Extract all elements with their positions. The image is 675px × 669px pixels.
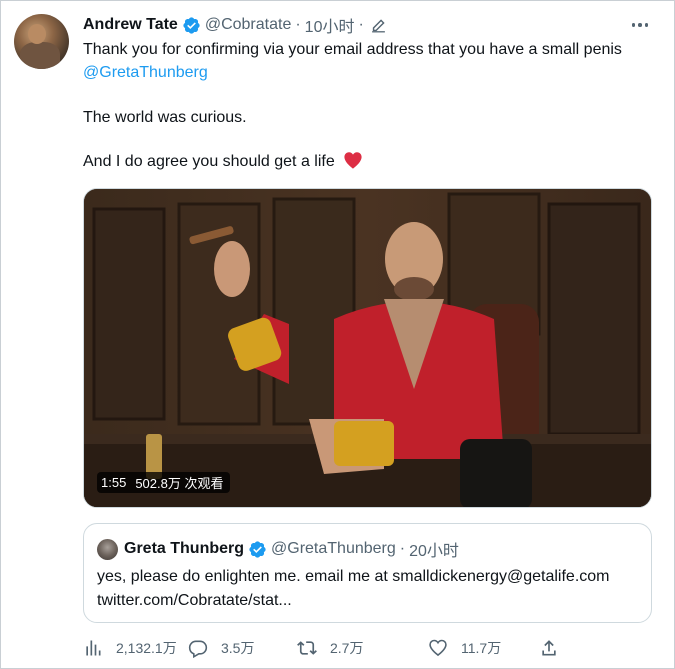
edited-pencil-icon[interactable] <box>370 17 387 34</box>
tweet-time[interactable]: 10小时 <box>305 13 355 37</box>
share-upload-icon <box>542 640 556 656</box>
mention-link[interactable]: @GretaThunberg <box>83 62 208 84</box>
quoted-separator: · <box>399 540 406 557</box>
views-button[interactable]: 2,132.1万 <box>83 638 177 658</box>
author-name[interactable]: Andrew Tate <box>83 16 178 34</box>
action-bar: 2,132.1万 3.5万 2.7万 11.7万 <box>83 637 573 659</box>
video-views: 502.8万 次观看 <box>135 476 224 491</box>
retweet-button[interactable]: 2.7万 <box>297 638 363 658</box>
share-button[interactable] <box>539 638 559 658</box>
author-handle[interactable]: @Cobratate <box>205 16 292 34</box>
reply-button[interactable]: 3.5万 <box>188 638 254 658</box>
header-separator: · <box>358 16 364 33</box>
reply-count: 3.5万 <box>221 640 255 656</box>
tweet-header: Andrew Tate @Cobratate · 10小时 · <box>83 14 387 36</box>
analytics-bar-icon <box>86 640 101 656</box>
tweet-text-line3: And I do agree you should get a life <box>83 151 363 173</box>
video-duration: 1:55 <box>101 475 127 490</box>
more-options-icon[interactable] <box>629 15 651 35</box>
author-avatar[interactable] <box>14 14 69 69</box>
tweet-text-line1: Thank you for confirming via your email … <box>83 41 622 58</box>
reply-bubble-icon <box>188 640 208 658</box>
tweet-text-line3-label: And I do agree you should get a life <box>83 153 335 170</box>
video-meta-badge: 1:55 502.8万 次观看 <box>97 472 231 493</box>
views-count: 2,132.1万 <box>116 640 177 656</box>
quoted-author-handle: @GretaThunberg <box>271 540 396 557</box>
verified-badge-icon <box>249 540 266 558</box>
video-player[interactable] <box>83 188 652 508</box>
quoted-tweet[interactable]: Greta Thunberg @GretaThunberg · 20小时 yes… <box>83 523 652 623</box>
red-heart-emoji <box>344 152 362 169</box>
tweet-card: Andrew Tate @Cobratate · 10小时 · Thank yo… <box>0 0 675 669</box>
verified-badge-icon <box>183 16 200 34</box>
video-thumbnail <box>84 189 651 507</box>
quoted-time: 20小时 <box>409 543 459 560</box>
quoted-tweet-text: yes, please do enlighten me. email me at… <box>97 568 610 609</box>
like-heart-icon <box>429 639 447 657</box>
header-separator: · <box>295 16 301 33</box>
quoted-author-name: Greta Thunberg <box>124 540 245 557</box>
tweet-text-line2: The world was curious. <box>83 109 247 126</box>
retweet-icon <box>297 641 317 655</box>
quoted-tweet-header: Greta Thunberg @GretaThunberg · 20小时 <box>97 538 459 560</box>
retweet-count: 2.7万 <box>330 640 364 656</box>
like-count: 11.7万 <box>461 640 502 656</box>
quoted-author-avatar <box>97 538 118 560</box>
like-button[interactable]: 11.7万 <box>428 638 501 658</box>
